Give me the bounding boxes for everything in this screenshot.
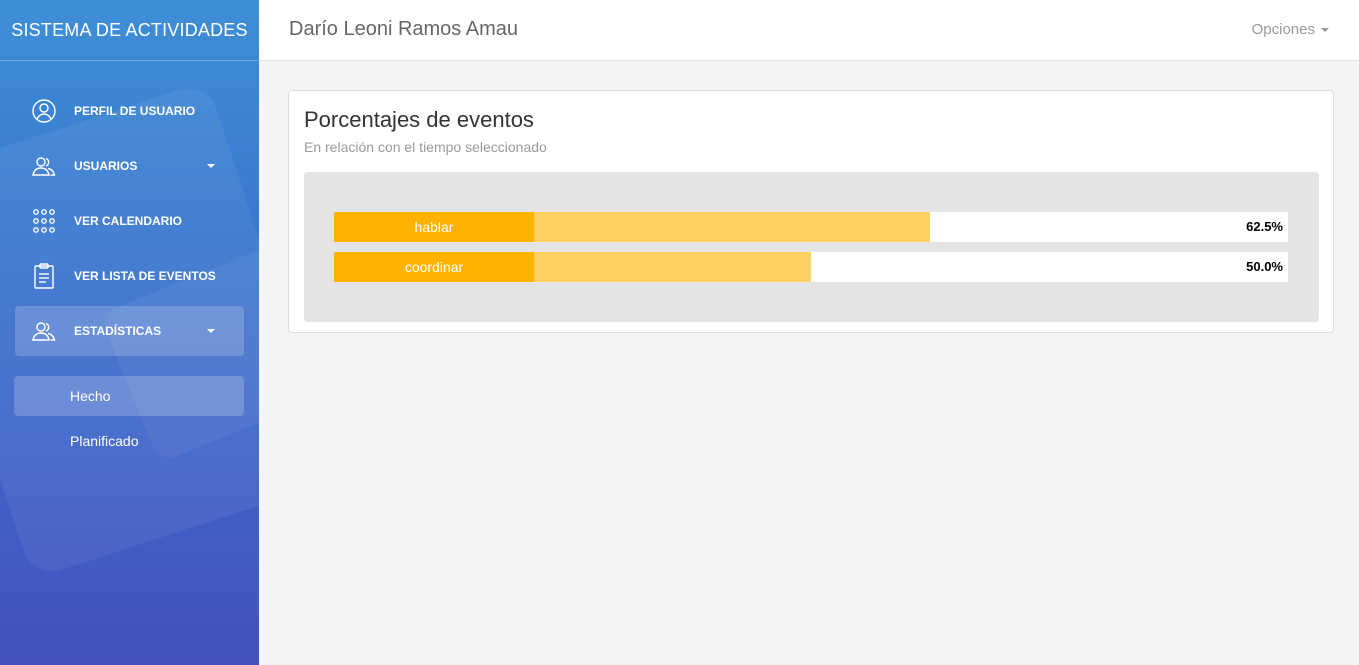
options-label: Opciones — [1251, 21, 1315, 38]
app-brand[interactable]: SISTEMA DE ACTIVIDADES — [0, 0, 259, 61]
progress-fill — [534, 252, 811, 282]
progress-value: 62.5% — [1246, 219, 1283, 234]
progress-row: hablar 62.5% — [334, 212, 1288, 242]
clipboard-list-icon — [30, 262, 58, 290]
chevron-down-icon — [207, 329, 215, 333]
users-icon — [30, 152, 58, 180]
sidebar-item-label: PERFIL DE USUARIO — [74, 104, 196, 118]
sidebar-subitem-planificado[interactable]: Planificado — [14, 421, 244, 461]
chevron-down-icon — [207, 164, 215, 168]
user-name: Darío Leoni Ramos Amau — [289, 18, 519, 40]
progress-fill — [534, 212, 931, 242]
sidebar-item-label: VER CALENDARIO — [74, 214, 183, 228]
sidebar-nav: PERFIL DE USUARIO USUARIOS VER CALENDARI… — [0, 61, 259, 356]
sidebar: SISTEMA DE ACTIVIDADES PERFIL DE USUARIO — [0, 0, 259, 665]
chevron-down-icon — [1321, 27, 1329, 32]
user-circle-icon — [30, 97, 58, 125]
sidebar-item-ver-calendario[interactable]: VER CALENDARIO — [15, 196, 244, 246]
grid-dots-icon — [30, 207, 58, 235]
sidebar-item-label: USUARIOS — [74, 159, 138, 173]
progress-panel: hablar 62.5% coordinar 50.0% — [304, 172, 1319, 322]
progress-row: coordinar 50.0% — [334, 252, 1288, 282]
card-title: Porcentajes de eventos — [304, 107, 534, 132]
options-dropdown[interactable]: Opciones — [1252, 21, 1329, 38]
progress-label: hablar — [334, 212, 534, 242]
estadisticas-subnav: Hecho Planificado — [0, 376, 259, 461]
users-icon — [30, 317, 58, 345]
sidebar-item-label: ESTADÍSTICAS — [74, 324, 162, 338]
progress-label: coordinar — [334, 252, 534, 282]
sidebar-item-estadisticas[interactable]: ESTADÍSTICAS — [15, 306, 244, 356]
card-subtitle: En relación con el tiempo seleccionado — [304, 139, 547, 155]
sidebar-subitem-hecho[interactable]: Hecho — [14, 376, 244, 416]
sidebar-item-usuarios[interactable]: USUARIOS — [15, 141, 244, 191]
event-percentages-card: Porcentajes de eventos En relación con e… — [288, 90, 1334, 333]
progress-value: 50.0% — [1246, 259, 1283, 274]
top-bar: Darío Leoni Ramos Amau Opciones — [259, 0, 1359, 61]
sidebar-item-label: VER LISTA DE EVENTOS — [74, 269, 216, 283]
sidebar-item-ver-lista-de-eventos[interactable]: VER LISTA DE EVENTOS — [15, 251, 244, 301]
sidebar-item-perfil-de-usuario[interactable]: PERFIL DE USUARIO — [15, 86, 244, 136]
